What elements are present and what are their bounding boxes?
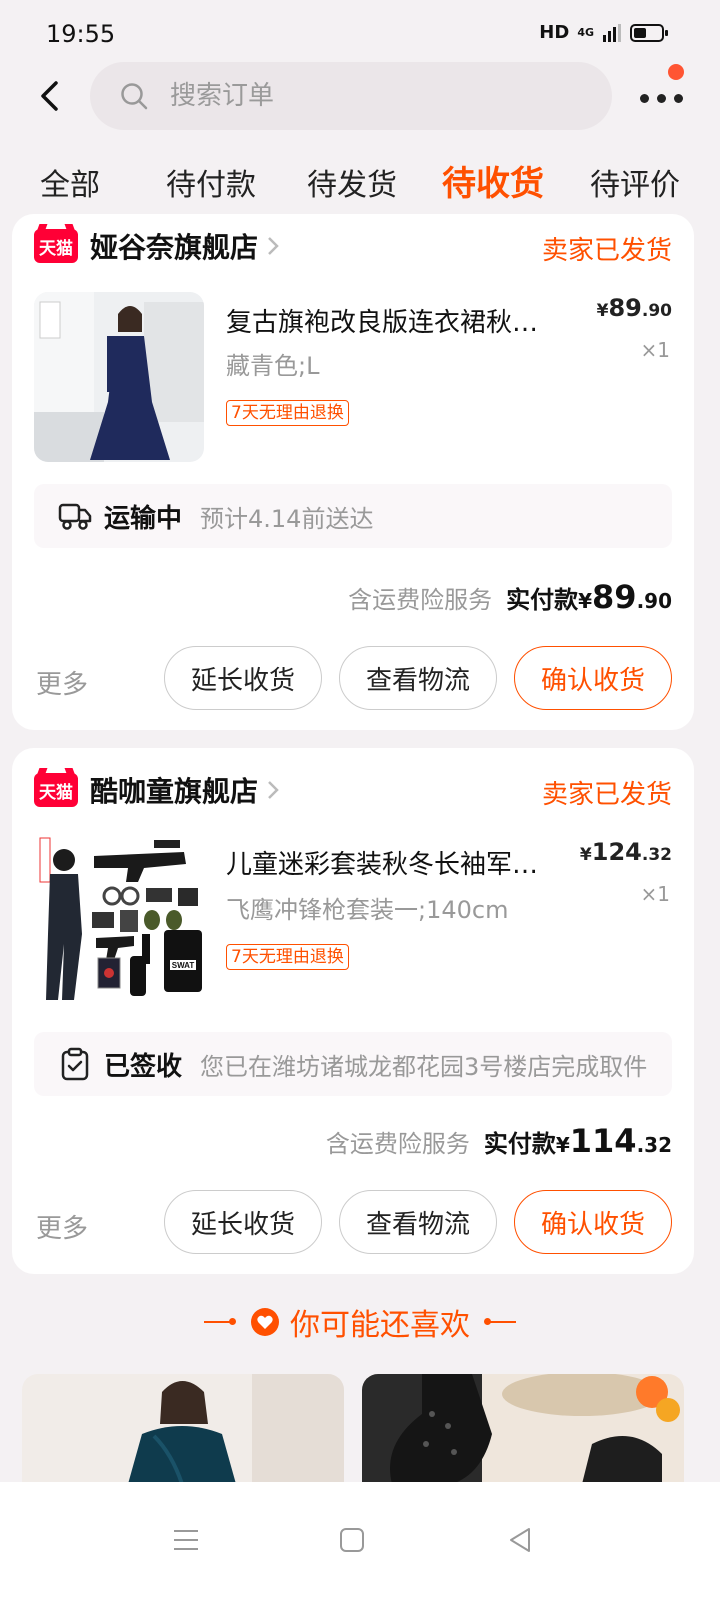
- product-price: ¥89.90: [597, 294, 672, 322]
- more-actions[interactable]: 更多: [36, 1208, 88, 1245]
- status-bar: 19:55 HD 4G: [0, 0, 720, 62]
- recommend-title: 你可能还喜欢: [290, 1308, 470, 1343]
- back-button[interactable]: [30, 74, 70, 118]
- logistics-state: 运输中: [104, 503, 183, 534]
- order-card[interactable]: 天猫 娅谷奈旗舰店 卖家已发货 复古旗袍改良版连衣裙秋冬季新款长袖 藏青色;L …: [12, 214, 694, 730]
- confirm-receipt-button[interactable]: 确认收货: [514, 646, 672, 710]
- paid-decimal: .32: [636, 1133, 672, 1157]
- tmall-badge: 天猫: [34, 773, 78, 807]
- back-arrow-icon: [41, 81, 58, 111]
- nav-home-button[interactable]: [322, 1510, 382, 1570]
- search-bar[interactable]: [90, 62, 612, 130]
- order-tabs: 全部 待付款 待发货 待收货 待评价: [0, 150, 720, 214]
- insurance-service: 含运费险服务: [325, 1130, 470, 1158]
- price-integer: 124: [591, 838, 642, 866]
- menu-icon: [174, 1530, 198, 1550]
- view-logistics-button[interactable]: 查看物流: [339, 1190, 497, 1254]
- clipboard-check-icon: [61, 1047, 89, 1081]
- logistics-bar[interactable]: 运输中 预计4.14前送达: [34, 484, 672, 548]
- tab-pending-shipment[interactable]: 待发货: [307, 160, 397, 204]
- more-dot: [657, 94, 666, 103]
- more-actions[interactable]: 更多: [36, 664, 88, 701]
- chevron-right-icon: [268, 781, 279, 799]
- tab-pending-review[interactable]: 待评价: [590, 160, 680, 204]
- shop-row[interactable]: 天猫 酷咖童旗舰店: [34, 770, 280, 810]
- network-indicator: 4G: [577, 26, 594, 39]
- product-spec: 藏青色;L: [226, 352, 320, 380]
- return-policy-tag: 7天无理由退换: [226, 400, 349, 426]
- tab-pending-payment[interactable]: 待付款: [166, 160, 256, 204]
- product-name[interactable]: 儿童迷彩套装秋冬长袖军训服特种兵: [226, 844, 556, 881]
- product-price: ¥124.32: [580, 838, 672, 866]
- recommend-product-image[interactable]: [362, 1374, 684, 1484]
- paid-currency: ¥: [555, 1133, 570, 1157]
- status-time: 19:55: [46, 20, 116, 48]
- shop-name[interactable]: 酷咖童旗舰店: [90, 770, 258, 810]
- tab-pending-receipt[interactable]: 待收货: [442, 156, 544, 205]
- search-icon: [121, 83, 148, 110]
- system-nav-bar: [0, 1482, 720, 1600]
- more-dot: [674, 94, 683, 103]
- notification-badge: [668, 64, 684, 80]
- nav-back-button[interactable]: [490, 1510, 550, 1570]
- order-card[interactable]: 天猫 酷咖童旗舰店 卖家已发货 SWAT 儿童迷彩套装秋冬长袖军训 飞鹰冲锋枪套…: [12, 748, 694, 1274]
- nav-menu-button[interactable]: [156, 1510, 216, 1570]
- product-spec: 飞鹰冲锋枪套装一;140cm: [226, 896, 509, 924]
- paid-currency: ¥: [578, 589, 593, 613]
- status-icons: HD 4G: [539, 22, 668, 43]
- return-policy-tag: 7天无理由退换: [226, 944, 349, 970]
- view-logistics-button[interactable]: 查看物流: [339, 646, 497, 710]
- logistics-desc: 您已在潍坊诸城龙都花园3号楼店完成取件: [200, 1052, 648, 1081]
- logistics-bar[interactable]: 已签收 您已在潍坊诸城龙都花园3号楼店完成取件: [34, 1032, 672, 1096]
- recommend-product-image[interactable]: [22, 1374, 344, 1484]
- price-integer: 89: [608, 294, 642, 322]
- product-image[interactable]: SWAT: [34, 834, 204, 1004]
- tmall-badge: 天猫: [34, 229, 78, 263]
- paid-label: 实付款: [483, 1130, 556, 1158]
- shop-name[interactable]: 娅谷奈旗舰店: [90, 226, 258, 266]
- paid-decimal: .90: [636, 589, 672, 613]
- paid-label: 实付款: [506, 586, 579, 614]
- product-name[interactable]: 复古旗袍改良版连衣裙秋冬季新款长袖: [226, 302, 556, 339]
- price-currency: ¥: [579, 845, 592, 865]
- chevron-right-icon: [268, 237, 279, 255]
- battery-icon: [630, 23, 668, 42]
- product-quantity: ×1: [640, 338, 670, 362]
- more-dots-icon: [640, 94, 649, 103]
- truck-icon: [58, 503, 92, 530]
- logistics-desc: 预计4.14前送达: [200, 504, 374, 533]
- hd-indicator: HD: [539, 22, 570, 43]
- insurance-service: 含运费险服务: [348, 586, 493, 614]
- divider-right: [484, 1318, 516, 1325]
- price-decimal: .90: [641, 301, 672, 321]
- tab-all[interactable]: 全部: [40, 160, 100, 204]
- logistics-state: 已签收: [104, 1051, 183, 1082]
- extend-receipt-button[interactable]: 延长收货: [164, 646, 322, 710]
- paid-summary: 含运费险服务 实付款 ¥89.90: [348, 578, 672, 616]
- search-input[interactable]: [170, 81, 550, 111]
- paid-integer: 89: [592, 578, 637, 616]
- divider-left: [204, 1318, 236, 1325]
- svg-text:SWAT: SWAT: [172, 961, 195, 970]
- ship-status: 卖家已发货: [541, 780, 672, 810]
- recommend-header: 你可能还喜欢: [0, 1298, 720, 1346]
- ship-status: 卖家已发货: [541, 236, 672, 266]
- shop-row[interactable]: 天猫 娅谷奈旗舰店: [34, 226, 280, 266]
- paid-summary: 含运费险服务 实付款 ¥114.32: [326, 1122, 672, 1160]
- confirm-receipt-button[interactable]: 确认收货: [514, 1190, 672, 1254]
- price-decimal: .32: [641, 845, 672, 865]
- heart-icon: [251, 1308, 279, 1336]
- product-quantity: ×1: [640, 882, 670, 906]
- paid-integer: 114: [569, 1122, 637, 1160]
- extend-receipt-button[interactable]: 延长收货: [164, 1190, 322, 1254]
- more-menu-button[interactable]: [640, 64, 684, 118]
- square-icon: [340, 1528, 364, 1552]
- header: [0, 62, 720, 132]
- product-image[interactable]: [34, 292, 204, 462]
- signal-icon: [603, 23, 621, 42]
- triangle-back-icon: [510, 1528, 530, 1552]
- price-currency: ¥: [596, 301, 609, 321]
